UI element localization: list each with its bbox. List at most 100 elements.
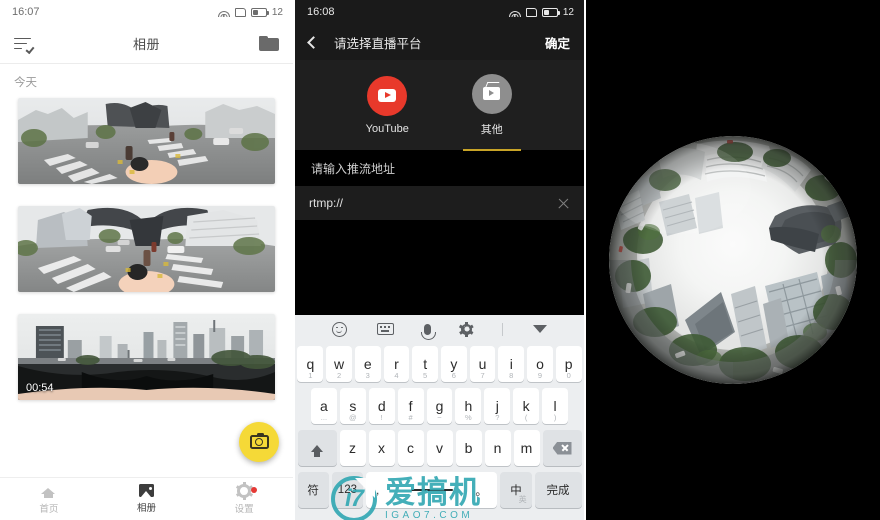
key-t[interactable]: t5 — [412, 346, 438, 382]
gear-icon — [235, 481, 253, 500]
key-label: w — [333, 356, 345, 372]
key-label: n — [493, 440, 502, 456]
key-u[interactable]: u7 — [469, 346, 496, 382]
keyboard-row-2: a... s @ d! f # g ~ h% j? k( l) — [295, 385, 584, 427]
key-label: y — [450, 356, 458, 372]
bottom-tabbar: 首页 相册 设置 — [0, 477, 293, 520]
settings-gear-icon[interactable] — [459, 321, 474, 337]
microphone-icon[interactable] — [421, 323, 436, 340]
key-label: z — [349, 440, 356, 456]
key-hint: 4 — [394, 371, 399, 380]
list-item[interactable] — [18, 206, 275, 292]
key-hint: ... — [320, 413, 328, 422]
viewer-panel[interactable] — [586, 0, 880, 520]
key-v[interactable]: v — [426, 430, 453, 466]
done-key[interactable]: 完成 — [534, 472, 582, 508]
wifi-icon — [217, 7, 230, 17]
section-label-today: 今天 — [14, 77, 37, 89]
battery-icon — [541, 7, 560, 17]
capture-fab-button[interactable] — [239, 422, 279, 462]
list-item[interactable] — [18, 98, 275, 184]
photo-icon — [139, 484, 154, 497]
numeric-key[interactable]: 123 — [331, 472, 364, 508]
album-panel: 16:07 12 相册 今天 00:54 首页 相册 设置 — [0, 0, 293, 520]
key-i[interactable]: i8 — [498, 346, 525, 382]
space-key[interactable]: , 。 — [366, 472, 498, 508]
wifi-icon — [508, 7, 521, 17]
symbol-key[interactable]: 符 — [297, 472, 329, 508]
key-f[interactable]: f # — [397, 388, 424, 424]
thumbnail-360-cityscape — [18, 314, 275, 400]
backspace-key[interactable] — [542, 430, 582, 466]
tab-label-album: 相册 — [137, 503, 157, 514]
stream-url-input[interactable]: rtmp:// — [309, 196, 343, 210]
key-a[interactable]: a... — [311, 388, 337, 424]
key-label: r — [394, 356, 399, 372]
period-key-label: 。 — [475, 483, 488, 498]
tab-settings[interactable]: 设置 — [195, 478, 293, 520]
language-toggle-key[interactable]: 中 英 — [500, 472, 532, 508]
key-x[interactable]: x — [368, 430, 395, 466]
list-check-icon[interactable] — [14, 37, 35, 54]
tab-album[interactable]: 相册 — [98, 478, 196, 520]
album-scroll-area[interactable]: 今天 00:54 — [0, 65, 293, 477]
key-hint: 7 — [480, 371, 485, 380]
shift-key[interactable] — [297, 430, 337, 466]
thumbnail-360-crosswalk — [18, 98, 275, 184]
key-d[interactable]: d! — [368, 388, 395, 424]
keyboard-icon[interactable] — [377, 323, 394, 335]
key-l[interactable]: l) — [542, 388, 569, 424]
key-sublabel: 英 — [518, 495, 527, 504]
tab-label-settings: 设置 — [234, 503, 254, 515]
key-hint: 0 — [566, 371, 571, 380]
confirm-button[interactable]: 确定 — [545, 33, 570, 52]
platform-label-other: 其他 — [480, 123, 503, 136]
key-g[interactable]: g ~ — [426, 388, 453, 424]
key-o[interactable]: o9 — [527, 346, 553, 382]
key-b[interactable]: b — [455, 430, 482, 466]
key-e[interactable]: e3 — [354, 346, 381, 382]
screenshot-stage: 16:07 12 相册 今天 00:54 首页 相册 设置 16:08 12 请… — [0, 0, 880, 520]
sim-card-icon — [525, 7, 537, 17]
statusbar-icons: 12 — [508, 7, 574, 18]
key-j[interactable]: j? — [484, 388, 511, 424]
key-label: k — [522, 398, 530, 414]
key-s[interactable]: s @ — [339, 388, 366, 424]
key-n[interactable]: n — [484, 430, 511, 466]
key-z[interactable]: z — [339, 430, 366, 466]
statusbar-time: 16:07 — [12, 6, 40, 18]
thumbnail-360-street — [18, 206, 275, 292]
key-h[interactable]: h% — [455, 388, 482, 424]
tiny-planet-360-view[interactable] — [609, 136, 857, 384]
virtual-keyboard: q1 w2 e3 r4 t5 y6 u7 i8 o9 p0 a... s @ d!… — [295, 315, 584, 520]
key-c[interactable]: c — [397, 430, 424, 466]
platform-option-youtube[interactable]: YouTube — [342, 75, 432, 135]
tab-home[interactable]: 首页 — [0, 478, 98, 520]
keyboard-toolbar — [295, 315, 584, 343]
key-label: g — [435, 398, 444, 414]
folder-icon[interactable] — [258, 36, 279, 51]
key-hint: 8 — [509, 371, 514, 380]
key-k[interactable]: k( — [513, 388, 540, 424]
key-m[interactable]: m — [513, 430, 540, 466]
statusbar-time: 16:08 — [307, 6, 335, 18]
collapse-keyboard-icon[interactable] — [533, 325, 547, 333]
list-item[interactable]: 00:54 — [18, 314, 275, 400]
youtube-icon — [367, 75, 408, 116]
home-icon — [41, 484, 56, 498]
key-p[interactable]: p0 — [555, 346, 582, 382]
keyboard-row-3: z x c v b n m — [295, 427, 584, 469]
key-w[interactable]: w2 — [326, 346, 352, 382]
clear-x-icon[interactable] — [557, 197, 570, 210]
key-q[interactable]: q1 — [297, 346, 324, 382]
key-label: d — [377, 398, 386, 414]
key-r[interactable]: r4 — [383, 346, 410, 382]
battery-icon — [250, 7, 269, 17]
emoji-icon[interactable] — [332, 321, 347, 337]
platform-option-other[interactable]: 其他 — [447, 73, 537, 151]
backspace-icon — [552, 441, 572, 455]
key-y[interactable]: y6 — [441, 346, 467, 382]
back-arrow-icon[interactable] — [307, 35, 320, 49]
stream-url-field[interactable]: rtmp:// — [295, 186, 584, 220]
platform-label-youtube: YouTube — [365, 122, 409, 135]
